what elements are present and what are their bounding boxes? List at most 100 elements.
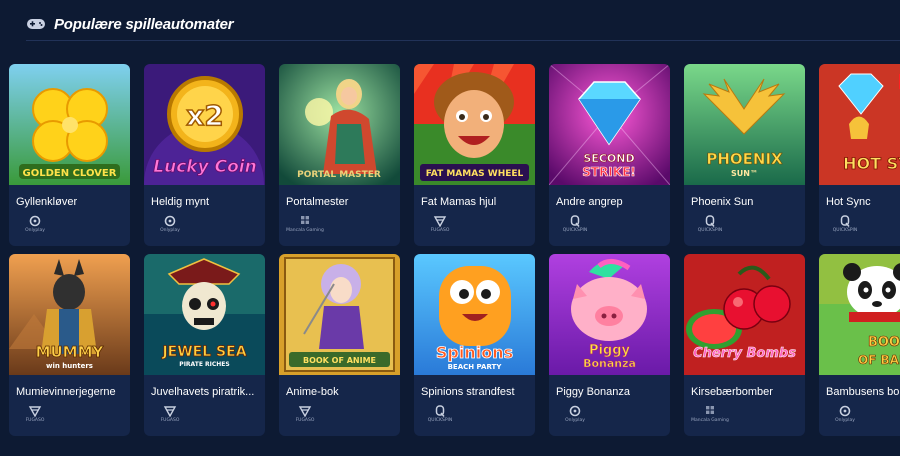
game-title: Mumievinnerjegerne: [16, 386, 116, 398]
game-title: Bambusens bo: [826, 386, 900, 398]
game-art: HOT SYNC: [819, 64, 900, 185]
mancala-icon: [301, 216, 309, 224]
game-card[interactable]: GOLDEN CLOVER Gyllenkløver Onlyplay: [9, 64, 130, 246]
game-title: Phoenix Sun: [691, 196, 754, 208]
game-title: Hot Sync: [826, 196, 871, 208]
game-thumbnail[interactable]: x2 Lucky Coin: [144, 64, 265, 185]
game-title: Heldig mynt: [151, 196, 210, 208]
provider-name: FUGASO: [160, 418, 180, 423]
game-title: Spinions strandfest: [421, 386, 515, 398]
game-card[interactable]: JEWEL SEA PIRATE RICHES Juvelhavets pira…: [144, 254, 265, 436]
svg-text:Lucky Coin: Lucky Coin: [153, 157, 256, 177]
svg-text:Cherry Bombs: Cherry Bombs: [693, 346, 796, 361]
svg-text:JEWEL SEA: JEWEL SEA: [161, 344, 246, 360]
game-art: JEWEL SEA PIRATE RICHES: [144, 254, 265, 375]
game-thumbnail[interactable]: HOT SYNC: [819, 64, 900, 185]
game-art: Cherry Bombs: [684, 254, 805, 375]
provider-name: QUICKSPIN: [697, 228, 723, 233]
svg-text:x2: x2: [186, 99, 224, 132]
game-art: PHOENIX SUN™: [684, 64, 805, 185]
mancala-icon: [706, 406, 714, 414]
section-header: Populære spilleautomater: [26, 12, 234, 36]
provider-name: Onlyplay: [160, 228, 180, 233]
provider-name: FUGASO: [295, 418, 315, 423]
fugaso-icon: [163, 406, 177, 417]
game-thumbnail[interactable]: Spinions BEACH PARTY: [414, 254, 535, 375]
provider-name: QUICKSPIN: [832, 228, 858, 233]
onlyplay-icon: [29, 215, 41, 227]
provider-name: FUGASO: [25, 418, 45, 423]
game-art: BOOK OF ANIME: [279, 254, 400, 375]
game-card[interactable]: SECOND STRIKE! Andre angrep QUICKSPIN: [549, 64, 670, 246]
game-thumbnail[interactable]: BOOK OF BAMB: [819, 254, 900, 375]
svg-text:FAT MAMAS WHEEL: FAT MAMAS WHEEL: [426, 169, 524, 179]
game-thumbnail[interactable]: PORTAL MASTER: [279, 64, 400, 185]
game-title: Kirsebærbomber: [691, 386, 773, 398]
svg-text:SECOND: SECOND: [583, 152, 634, 165]
game-card[interactable]: Piggy Bonanza Piggy Bonanza Onlyplay: [549, 254, 670, 436]
fugaso-icon: [433, 216, 447, 227]
game-thumbnail[interactable]: JEWEL SEA PIRATE RICHES: [144, 254, 265, 375]
svg-text:BOOK OF ANIME: BOOK OF ANIME: [303, 356, 376, 365]
game-card[interactable]: MUMMY win hunters Mumievinnerjegerne FUG…: [9, 254, 130, 436]
svg-text:BOOK: BOOK: [868, 335, 900, 350]
game-art: FAT MAMAS WHEEL: [414, 64, 535, 185]
game-card[interactable]: x2 Lucky Coin Heldig mynt Onlyplay: [144, 64, 265, 246]
provider-name: Onlyplay: [565, 418, 585, 423]
svg-text:OF BAMB: OF BAMB: [858, 353, 900, 367]
game-card[interactable]: Cherry Bombs Kirsebærbomber Mancala Gami…: [684, 254, 805, 436]
game-thumbnail[interactable]: FAT MAMAS WHEEL: [414, 64, 535, 185]
game-card[interactable]: BOOK OF BAMB Bambusens bo Onlyplay: [819, 254, 900, 436]
game-card[interactable]: PORTAL MASTER Portalmester Mancala Gamin…: [279, 64, 400, 246]
provider-logo: Onlyplay: [555, 405, 595, 427]
provider-name: Onlyplay: [25, 228, 45, 233]
game-art: BOOK OF BAMB: [819, 254, 900, 375]
game-title: Juvelhavets piratrik...: [151, 386, 255, 398]
game-card[interactable]: BOOK OF ANIME Anime-bok FUGASO: [279, 254, 400, 436]
provider-name: Mancala Gaming: [286, 228, 324, 233]
game-grid: GOLDEN CLOVER Gyllenkløver Onlyplay x2 L…: [9, 64, 900, 436]
svg-text:win hunters: win hunters: [46, 362, 93, 370]
game-thumbnail[interactable]: BOOK OF ANIME: [279, 254, 400, 375]
provider-logo: QUICKSPIN: [825, 215, 865, 237]
game-thumbnail[interactable]: Piggy Bonanza: [549, 254, 670, 375]
game-thumbnail[interactable]: SECOND STRIKE!: [549, 64, 670, 185]
game-thumbnail[interactable]: PHOENIX SUN™: [684, 64, 805, 185]
provider-logo: QUICKSPIN: [690, 215, 730, 237]
game-card[interactable]: Spinions BEACH PARTY Spinions strandfest…: [414, 254, 535, 436]
game-card[interactable]: HOT SYNC Hot Sync QUICKSPIN: [819, 64, 900, 246]
svg-text:Bonanza: Bonanza: [583, 357, 636, 370]
game-thumbnail[interactable]: MUMMY win hunters: [9, 254, 130, 375]
svg-text:SUN™: SUN™: [731, 169, 758, 178]
provider-name: QUICKSPIN: [562, 228, 588, 233]
fugaso-icon: [28, 406, 42, 417]
svg-text:HOT SYNC: HOT SYNC: [843, 154, 900, 173]
provider-logo: FUGASO: [150, 405, 190, 427]
svg-text:Spinions: Spinions: [436, 343, 513, 362]
svg-text:GOLDEN CLOVER: GOLDEN CLOVER: [23, 168, 117, 179]
onlyplay-icon: [569, 405, 581, 417]
provider-logo: Mancala Gaming: [690, 405, 730, 427]
game-title: Anime-bok: [286, 386, 339, 398]
svg-text:PIRATE RICHES: PIRATE RICHES: [179, 361, 229, 368]
game-card[interactable]: FAT MAMAS WHEEL Fat Mamas hjul FUGASO: [414, 64, 535, 246]
provider-name: QUICKSPIN: [427, 418, 453, 423]
svg-text:STRIKE!: STRIKE!: [582, 165, 636, 179]
quickspin-icon: [570, 215, 580, 227]
game-title: Fat Mamas hjul: [421, 196, 497, 208]
game-art: SECOND STRIKE!: [549, 64, 670, 185]
provider-logo: Onlyplay: [15, 215, 55, 237]
svg-text:BEACH PARTY: BEACH PARTY: [448, 363, 503, 371]
provider-logo: FUGASO: [15, 405, 55, 427]
game-card[interactable]: PHOENIX SUN™ Phoenix Sun QUICKSPIN: [684, 64, 805, 246]
svg-text:MUMMY: MUMMY: [36, 343, 105, 361]
game-thumbnail[interactable]: Cherry Bombs: [684, 254, 805, 375]
game-thumbnail[interactable]: GOLDEN CLOVER: [9, 64, 130, 185]
provider-logo: FUGASO: [285, 405, 325, 427]
section-title: Populære spilleautomater: [54, 15, 234, 33]
quickspin-icon: [435, 405, 445, 417]
onlyplay-icon: [164, 215, 176, 227]
provider-name: Onlyplay: [835, 418, 855, 423]
provider-logo: QUICKSPIN: [420, 405, 460, 427]
game-title: Andre angrep: [556, 196, 623, 208]
